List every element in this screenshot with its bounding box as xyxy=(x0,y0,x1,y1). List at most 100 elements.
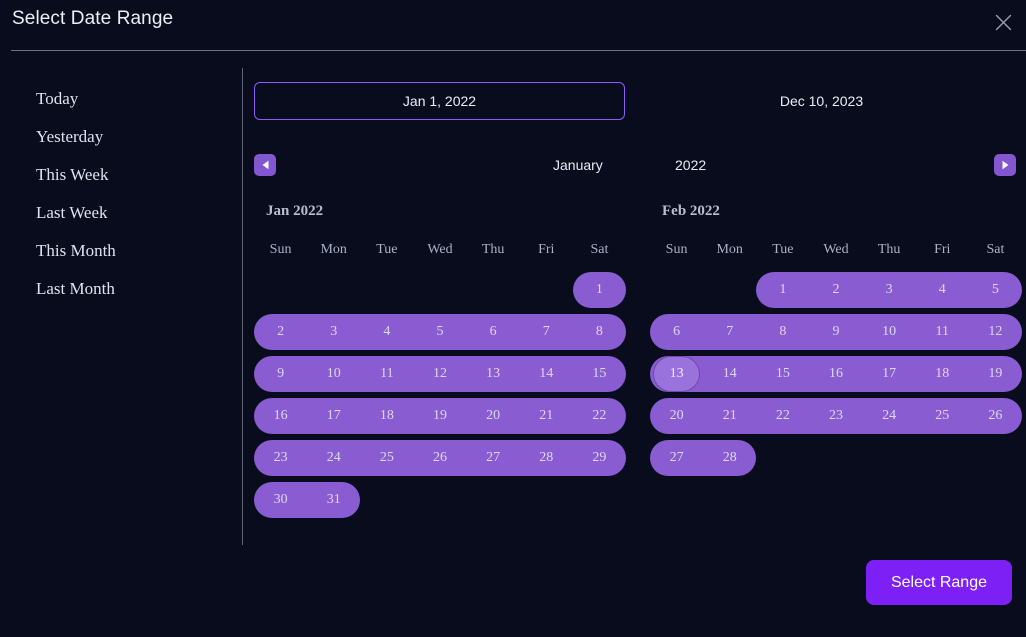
day-cell-empty xyxy=(360,272,413,308)
day-cell[interactable]: 5 xyxy=(969,272,1022,308)
sidebar-item-last-week[interactable]: Last Week xyxy=(0,194,242,232)
day-cell[interactable]: 5 xyxy=(413,314,466,350)
weekday-sun: Sun xyxy=(269,242,292,257)
week-row: 27 28 xyxy=(650,440,1022,476)
day-cell[interactable]: 17 xyxy=(307,398,360,434)
day-cell[interactable]: 9 xyxy=(254,356,307,392)
close-button[interactable] xyxy=(988,7,1018,37)
sidebar-item-last-month[interactable]: Last Month xyxy=(0,270,242,308)
day-cell[interactable]: 15 xyxy=(573,356,626,392)
day-cell[interactable]: 18 xyxy=(360,398,413,434)
weekday-wed: Wed xyxy=(427,242,453,257)
sidebar-item-today[interactable]: Today xyxy=(0,80,242,118)
day-cell[interactable]: 20 xyxy=(467,398,520,434)
day-cell[interactable]: 17 xyxy=(863,356,916,392)
close-icon xyxy=(995,14,1012,31)
day-cell[interactable]: 25 xyxy=(916,398,969,434)
week-rows: 1 2 3 4 5 6 7 8 9 10 11 12 13 14 15 16 17 18 19 20 21 22 23 24 2… xyxy=(254,272,626,518)
day-cell[interactable]: 11 xyxy=(360,356,413,392)
day-cell[interactable]: 14 xyxy=(703,356,756,392)
year-select[interactable]: 2022 xyxy=(675,157,706,173)
week-row: 9 10 11 12 13 14 15 xyxy=(254,356,626,392)
day-cell[interactable]: 27 xyxy=(467,440,520,476)
day-cell[interactable]: 12 xyxy=(413,356,466,392)
dialog-body: Today Yesterday This Week Last Week This… xyxy=(0,51,1026,551)
day-cell[interactable]: 24 xyxy=(863,398,916,434)
day-cell[interactable]: 30 xyxy=(254,482,307,518)
day-cell-empty xyxy=(756,440,809,476)
day-cell[interactable]: 31 xyxy=(307,482,360,518)
day-cell[interactable]: 24 xyxy=(307,440,360,476)
day-cell[interactable]: 12 xyxy=(969,314,1022,350)
day-cell-empty xyxy=(650,272,703,308)
field-spacer xyxy=(625,82,636,120)
day-cell[interactable]: 28 xyxy=(703,440,756,476)
day-cell[interactable]: 1 xyxy=(573,272,626,308)
day-cell[interactable]: 20 xyxy=(650,398,703,434)
sidebar-item-yesterday[interactable]: Yesterday xyxy=(0,118,242,156)
start-date-field[interactable]: Jan 1, 2022 xyxy=(254,82,625,120)
day-cell[interactable]: 10 xyxy=(307,356,360,392)
weekday-header-row: Sun Mon Tue Wed Thu Fri Sat xyxy=(650,242,1022,258)
preset-sidebar: Today Yesterday This Week Last Week This… xyxy=(0,51,242,308)
end-date-field[interactable]: Dec 10, 2023 xyxy=(636,82,1007,120)
select-range-button[interactable]: Select Range xyxy=(865,560,1012,605)
day-cell[interactable]: 22 xyxy=(756,398,809,434)
day-cell[interactable]: 3 xyxy=(863,272,916,308)
day-cell[interactable]: 3 xyxy=(307,314,360,350)
weekday-mon: Mon xyxy=(716,242,743,257)
weekday-tue: Tue xyxy=(376,242,398,257)
day-cell[interactable]: 4 xyxy=(916,272,969,308)
week-row: 6 7 8 9 10 11 12 xyxy=(650,314,1022,350)
week-rows: 1 2 3 4 5 6 7 8 9 10 11 12 13 14 15 16 17 18 19 20 21 22 23 24 2… xyxy=(650,272,1022,476)
day-cell[interactable]: 16 xyxy=(254,398,307,434)
week-row: 2345678 xyxy=(254,314,626,350)
day-cell[interactable]: 26 xyxy=(969,398,1022,434)
month-select[interactable]: January xyxy=(553,157,603,173)
day-cell[interactable]: 7 xyxy=(520,314,573,350)
day-cell[interactable]: 13 xyxy=(650,356,703,392)
day-cell-empty xyxy=(307,272,360,308)
day-cell[interactable]: 21 xyxy=(703,398,756,434)
day-cell[interactable]: 8 xyxy=(573,314,626,350)
day-cell[interactable]: 15 xyxy=(756,356,809,392)
day-cell-empty xyxy=(413,272,466,308)
day-cell[interactable]: 14 xyxy=(520,356,573,392)
day-cell[interactable]: 26 xyxy=(413,440,466,476)
day-cell[interactable]: 29 xyxy=(573,440,626,476)
page-title: Select Date Range xyxy=(12,8,174,29)
day-cell[interactable]: 23 xyxy=(254,440,307,476)
day-cell[interactable]: 16 xyxy=(809,356,862,392)
day-cell[interactable]: 18 xyxy=(916,356,969,392)
day-cell[interactable]: 6 xyxy=(650,314,703,350)
day-cell[interactable]: 13 xyxy=(467,356,520,392)
prev-month-button[interactable] xyxy=(254,154,276,176)
day-cell[interactable]: 4 xyxy=(360,314,413,350)
day-cell[interactable]: 19 xyxy=(413,398,466,434)
week-row: 12345 xyxy=(650,272,1022,308)
week-row: 20 21 22 23 24 25 26 xyxy=(650,398,1022,434)
day-cell[interactable]: 27 xyxy=(650,440,703,476)
months-container: Jan 2022 Sun Mon Tue Wed Thu Fri Sat 123… xyxy=(254,203,1022,524)
week-row: 30 31 xyxy=(254,482,626,518)
day-cell[interactable]: 1 xyxy=(756,272,809,308)
day-cell[interactable]: 7 xyxy=(703,314,756,350)
day-cell[interactable]: 9 xyxy=(809,314,862,350)
day-cell[interactable]: 19 xyxy=(969,356,1022,392)
day-cell[interactable]: 2 xyxy=(254,314,307,350)
day-cell[interactable]: 2 xyxy=(809,272,862,308)
day-cell-empty xyxy=(916,440,969,476)
day-cell[interactable]: 10 xyxy=(863,314,916,350)
day-cell[interactable]: 22 xyxy=(573,398,626,434)
next-month-button[interactable] xyxy=(994,154,1016,176)
sidebar-item-this-week[interactable]: This Week xyxy=(0,156,242,194)
day-cell[interactable]: 28 xyxy=(520,440,573,476)
day-cell[interactable]: 6 xyxy=(467,314,520,350)
day-cell[interactable]: 23 xyxy=(809,398,862,434)
day-cell[interactable]: 21 xyxy=(520,398,573,434)
sidebar-item-this-month[interactable]: This Month xyxy=(0,232,242,270)
calendar-panel: Jan 1, 2022 Dec 10, 2023 January 2022 Ja… xyxy=(242,51,1026,551)
day-cell[interactable]: 8 xyxy=(756,314,809,350)
day-cell[interactable]: 25 xyxy=(360,440,413,476)
day-cell[interactable]: 11 xyxy=(916,314,969,350)
